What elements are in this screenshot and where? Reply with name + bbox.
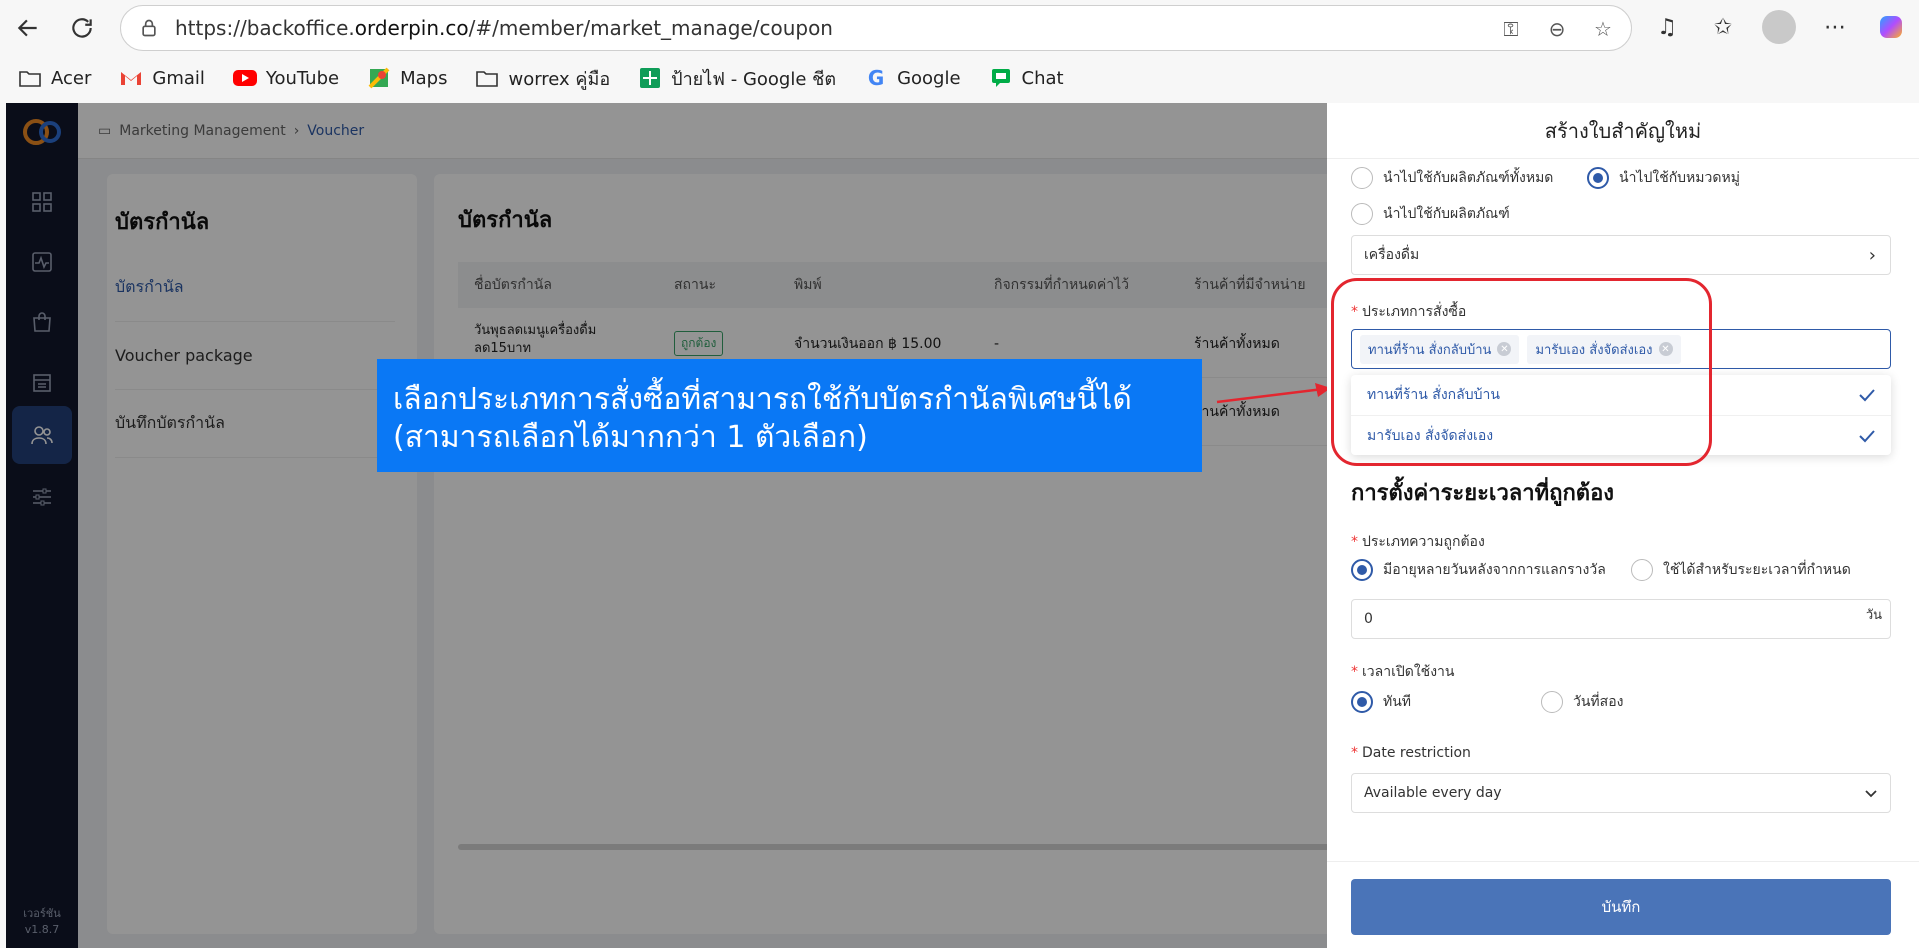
modal-mask[interactable] (6, 103, 1328, 948)
date-restriction-select[interactable]: Available every day (1351, 773, 1891, 813)
annotation-highlight-ring (1331, 278, 1712, 466)
profile-avatar[interactable] (1762, 10, 1796, 44)
radio-validity-fixed-period[interactable]: ใช้ได้สำหรับระยะเวลาที่กำหนด (1631, 559, 1851, 581)
bookmark-chat[interactable]: Chat (989, 66, 1064, 90)
url-text: https://backoffice.orderpin.co/#/member/… (175, 16, 833, 40)
tutorial-callout: เลือกประเภทการสั่งซื้อที่สามารถใช้กับบัต… (377, 359, 1202, 472)
radio-apply-category[interactable]: นำไปใช้กับหมวดหมู่ (1587, 167, 1740, 189)
bookmark-acer[interactable]: Acer (18, 66, 91, 90)
save-button[interactable]: บันทึก (1351, 879, 1891, 935)
more-menu-icon[interactable]: ⋯ (1818, 10, 1852, 44)
youtube-icon (232, 66, 257, 90)
chat-icon (989, 66, 1013, 90)
zoom-out-icon[interactable]: ⊖ (1543, 15, 1571, 43)
chevron-right-icon: › (1868, 244, 1876, 266)
maps-icon (367, 66, 391, 90)
bookmark-youtube[interactable]: YouTube (232, 66, 339, 90)
media-icon[interactable]: ♫ (1650, 10, 1684, 44)
radio-start-immediately[interactable]: ทันที (1351, 691, 1411, 713)
days-unit: วัน (1865, 608, 1882, 623)
category-selector[interactable]: เครื่องดื่ม › (1351, 235, 1891, 275)
back-arrow-icon (17, 19, 37, 37)
start-time-label: * เวลาเปิดใช้งาน (1351, 664, 1455, 680)
copilot-icon[interactable] (1874, 10, 1908, 44)
key-icon[interactable]: ⚿ (1497, 15, 1525, 43)
bookmark-google[interactable]: G Google (864, 66, 961, 90)
gmail-icon (119, 66, 143, 90)
radio-validity-days-after[interactable]: มีอายุหลายวันหลังจากการแลกรางวัล (1351, 559, 1606, 581)
folder-icon (475, 66, 499, 90)
reload-button[interactable] (66, 12, 98, 44)
validity-section-title: การตั้งค่าระยะเวลาที่ถูกต้อง (1351, 481, 1615, 506)
address-bar[interactable]: https://backoffice.orderpin.co/#/member/… (120, 5, 1632, 51)
google-icon: G (867, 66, 885, 90)
lock-icon (137, 16, 161, 40)
check-icon (1859, 389, 1875, 402)
browser-toolbar: https://backoffice.orderpin.co/#/member/… (0, 0, 1919, 56)
chevron-down-icon (1865, 790, 1877, 798)
date-restriction-label: * Date restriction (1351, 745, 1471, 761)
bookmark-gmail[interactable]: Gmail (119, 66, 205, 90)
back-button[interactable] (12, 12, 44, 44)
create-voucher-drawer: สร้างใบสำคัญใหม่ นำไปใช้กับผลิตภัณฑ์ทั้ง… (1327, 103, 1919, 948)
drawer-title: สร้างใบสำคัญใหม่ (1327, 103, 1919, 159)
folder-icon (18, 66, 42, 90)
sheets-icon (638, 66, 662, 90)
reload-icon (72, 18, 92, 38)
radio-start-next-day[interactable]: วันที่สอง (1541, 691, 1623, 713)
bookmark-worrex[interactable]: worrex คู่มือ (475, 64, 610, 93)
drawer-footer-divider (1327, 861, 1919, 862)
radio-apply-product[interactable]: นำไปใช้กับผลิตภัณฑ์ (1351, 203, 1510, 225)
validity-days-input[interactable]: 0 วัน (1351, 599, 1891, 639)
favorites-icon[interactable]: ✩ (1706, 10, 1740, 44)
check-icon (1859, 430, 1875, 443)
validity-type-label: * ประเภทความถูกต้อง (1351, 534, 1485, 550)
callout-arrow-icon (1216, 383, 1331, 404)
bookmark-sheets[interactable]: ป้ายไฟ - Google ชีต (638, 64, 836, 93)
bookmark-maps[interactable]: Maps (367, 66, 447, 90)
favorite-star-icon[interactable]: ☆ (1589, 15, 1617, 43)
radio-apply-all[interactable]: นำไปใช้กับผลิตภัณฑ์ทั้งหมด (1351, 167, 1553, 189)
bookmarks-bar: Acer Gmail YouTube Maps worrex คู่มือ ป้… (0, 60, 1919, 96)
